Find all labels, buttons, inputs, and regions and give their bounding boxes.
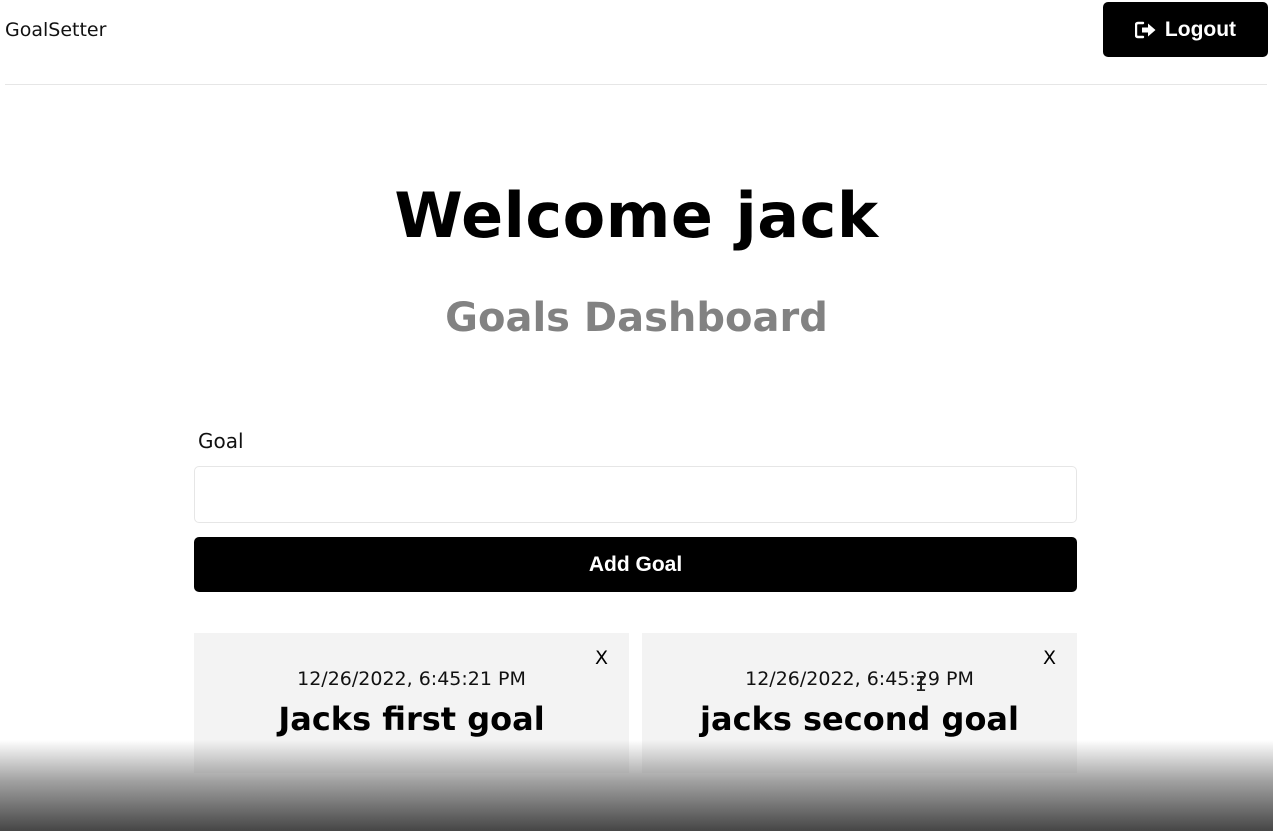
goal-date: 12/26/2022, 6:45:29 PM [745, 668, 974, 690]
delete-goal-button[interactable]: X [1043, 647, 1056, 669]
goal-card: 12/26/2022, 6:45:29 PM jacks second goal… [642, 633, 1077, 773]
add-goal-button[interactable]: Add Goal [194, 537, 1077, 592]
logout-button[interactable]: Logout [1103, 2, 1268, 57]
goal-text: Jacks first goal [278, 700, 545, 738]
goal-label: Goal [198, 429, 244, 453]
bottom-overlay [0, 740, 1273, 831]
dashboard-subtitle: Goals Dashboard [445, 295, 828, 341]
logout-label: Logout [1164, 17, 1237, 41]
delete-goal-button[interactable]: X [595, 647, 608, 669]
goal-text: jacks second goal [700, 700, 1019, 738]
welcome-heading: Welcome jack [394, 179, 879, 252]
sign-out-icon [1134, 21, 1156, 38]
goal-card: 12/26/2022, 6:45:21 PM Jacks first goal … [194, 633, 629, 773]
page: GoalSetter Logout Welcome jack Goals Das… [0, 0, 1273, 831]
goal-input[interactable] [194, 466, 1077, 523]
app-logo[interactable]: GoalSetter [5, 18, 106, 42]
goal-date: 12/26/2022, 6:45:21 PM [297, 668, 526, 690]
header: GoalSetter Logout [5, 0, 1268, 85]
